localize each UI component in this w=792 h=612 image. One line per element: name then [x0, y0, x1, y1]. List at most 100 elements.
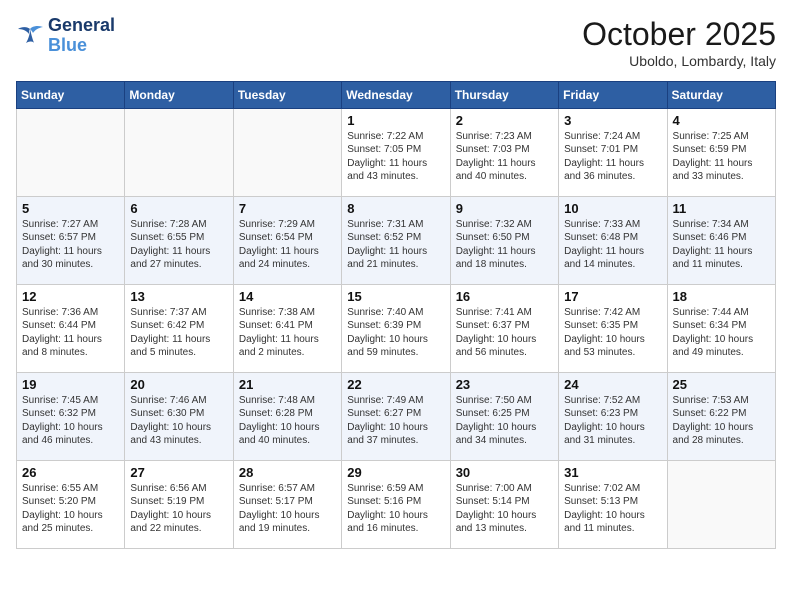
sunrise-text: Sunrise: 7:52 AM	[564, 394, 661, 407]
sunset-text: Sunset: 6:25 PM	[456, 407, 553, 420]
daylight-text: Daylight: 10 hours and 53 minutes.	[564, 333, 661, 359]
calendar-cell: 10Sunrise: 7:33 AMSunset: 6:48 PMDayligh…	[559, 197, 667, 285]
sunset-text: Sunset: 7:05 PM	[347, 143, 444, 156]
daylight-text: Daylight: 10 hours and 56 minutes.	[456, 333, 553, 359]
sunset-text: Sunset: 6:55 PM	[130, 231, 227, 244]
calendar-table: SundayMondayTuesdayWednesdayThursdayFrid…	[16, 81, 776, 549]
daylight-text: Daylight: 11 hours and 21 minutes.	[347, 245, 444, 271]
sunrise-text: Sunrise: 7:38 AM	[239, 306, 336, 319]
sunrise-text: Sunrise: 7:29 AM	[239, 218, 336, 231]
calendar-cell	[125, 109, 233, 197]
sunset-text: Sunset: 6:22 PM	[673, 407, 770, 420]
day-number: 5	[22, 201, 119, 216]
sunset-text: Sunset: 6:41 PM	[239, 319, 336, 332]
title-block: October 2025 Uboldo, Lombardy, Italy	[582, 16, 776, 69]
sunrise-text: Sunrise: 7:44 AM	[673, 306, 770, 319]
calendar-cell: 11Sunrise: 7:34 AMSunset: 6:46 PMDayligh…	[667, 197, 775, 285]
calendar-cell: 1 Sunrise: 7:22 AMSunset: 7:05 PMDaylight…	[342, 109, 450, 197]
day-number: 26	[22, 465, 119, 480]
location: Uboldo, Lombardy, Italy	[582, 53, 776, 69]
calendar-cell: 7Sunrise: 7:29 AMSunset: 6:54 PMDaylight…	[233, 197, 341, 285]
daylight-text: Daylight: 11 hours and 30 minutes.	[22, 245, 119, 271]
day-number: 13	[130, 289, 227, 304]
weekday-header-sunday: Sunday	[17, 82, 125, 109]
day-number: 22	[347, 377, 444, 392]
sunrise-text: Sunrise: 7:22 AM	[347, 130, 444, 143]
sunset-text: Sunset: 6:35 PM	[564, 319, 661, 332]
sunrise-text: Sunrise: 7:34 AM	[673, 218, 770, 231]
sunrise-text: Sunrise: 7:24 AM	[564, 130, 661, 143]
sunrise-text: Sunrise: 7:23 AM	[456, 130, 553, 143]
sunrise-text: Sunrise: 7:53 AM	[673, 394, 770, 407]
sunrise-text: Sunrise: 7:36 AM	[22, 306, 119, 319]
calendar-cell: 13Sunrise: 7:37 AMSunset: 6:42 PMDayligh…	[125, 285, 233, 373]
daylight-text: Daylight: 10 hours and 19 minutes.	[239, 509, 336, 535]
sunrise-text: Sunrise: 6:55 AM	[22, 482, 119, 495]
sunset-text: Sunset: 6:27 PM	[347, 407, 444, 420]
day-number: 10	[564, 201, 661, 216]
daylight-text: Daylight: 11 hours and 27 minutes.	[130, 245, 227, 271]
day-number: 17	[564, 289, 661, 304]
calendar-cell: 8Sunrise: 7:31 AMSunset: 6:52 PMDaylight…	[342, 197, 450, 285]
day-number: 29	[347, 465, 444, 480]
daylight-text: Daylight: 10 hours and 13 minutes.	[456, 509, 553, 535]
daylight-text: Daylight: 11 hours and 36 minutes.	[564, 157, 661, 183]
sunset-text: Sunset: 6:57 PM	[22, 231, 119, 244]
sunset-text: Sunset: 5:17 PM	[239, 495, 336, 508]
sunrise-text: Sunrise: 7:28 AM	[130, 218, 227, 231]
sunset-text: Sunset: 6:54 PM	[239, 231, 336, 244]
daylight-text: Daylight: 10 hours and 28 minutes.	[673, 421, 770, 447]
sunset-text: Sunset: 6:44 PM	[22, 319, 119, 332]
calendar-cell: 3 Sunrise: 7:24 AMSunset: 7:01 PMDaylight…	[559, 109, 667, 197]
calendar-cell: 25 Sunrise: 7:53 AMSunset: 6:22 PMDayligh…	[667, 373, 775, 461]
calendar-cell	[233, 109, 341, 197]
calendar-cell: 6Sunrise: 7:28 AMSunset: 6:55 PMDaylight…	[125, 197, 233, 285]
day-number: 3	[564, 113, 661, 128]
calendar-cell: 28Sunrise: 6:57 AMSunset: 5:17 PMDayligh…	[233, 461, 341, 549]
sunset-text: Sunset: 7:03 PM	[456, 143, 553, 156]
calendar-week-row: 5Sunrise: 7:27 AMSunset: 6:57 PMDaylight…	[17, 197, 776, 285]
daylight-text: Daylight: 11 hours and 43 minutes.	[347, 157, 444, 183]
sunset-text: Sunset: 6:32 PM	[22, 407, 119, 420]
calendar-cell: 30Sunrise: 7:00 AMSunset: 5:14 PMDayligh…	[450, 461, 558, 549]
calendar-week-row: 26Sunrise: 6:55 AMSunset: 5:20 PMDayligh…	[17, 461, 776, 549]
sunset-text: Sunset: 6:46 PM	[673, 231, 770, 244]
day-number: 1	[347, 113, 444, 128]
calendar-cell: 17Sunrise: 7:42 AMSunset: 6:35 PMDayligh…	[559, 285, 667, 373]
daylight-text: Daylight: 11 hours and 40 minutes.	[456, 157, 553, 183]
sunset-text: Sunset: 6:50 PM	[456, 231, 553, 244]
calendar-cell: 22 Sunrise: 7:49 AMSunset: 6:27 PMDayligh…	[342, 373, 450, 461]
sunrise-text: Sunrise: 7:37 AM	[130, 306, 227, 319]
calendar-cell: 27Sunrise: 6:56 AMSunset: 5:19 PMDayligh…	[125, 461, 233, 549]
daylight-text: Daylight: 10 hours and 43 minutes.	[130, 421, 227, 447]
sunset-text: Sunset: 5:20 PM	[22, 495, 119, 508]
daylight-text: Daylight: 11 hours and 11 minutes.	[673, 245, 770, 271]
sunrise-text: Sunrise: 7:27 AM	[22, 218, 119, 231]
calendar-week-row: 19Sunrise: 7:45 AMSunset: 6:32 PMDayligh…	[17, 373, 776, 461]
day-number: 8	[347, 201, 444, 216]
sunset-text: Sunset: 6:30 PM	[130, 407, 227, 420]
day-number: 23	[456, 377, 553, 392]
logo-bird-icon	[16, 25, 44, 47]
sunset-text: Sunset: 6:59 PM	[673, 143, 770, 156]
sunset-text: Sunset: 6:42 PM	[130, 319, 227, 332]
sunset-text: Sunset: 6:28 PM	[239, 407, 336, 420]
day-number: 2	[456, 113, 553, 128]
calendar-cell	[17, 109, 125, 197]
day-number: 25	[673, 377, 770, 392]
calendar-cell: 24Sunrise: 7:52 AMSunset: 6:23 PMDayligh…	[559, 373, 667, 461]
calendar-cell: 18Sunrise: 7:44 AMSunset: 6:34 PMDayligh…	[667, 285, 775, 373]
sunset-text: Sunset: 6:23 PM	[564, 407, 661, 420]
sunrise-text: Sunrise: 7:46 AM	[130, 394, 227, 407]
sunrise-text: Sunrise: 7:48 AM	[239, 394, 336, 407]
sunrise-text: Sunrise: 7:32 AM	[456, 218, 553, 231]
day-number: 20	[130, 377, 227, 392]
daylight-text: Daylight: 10 hours and 34 minutes.	[456, 421, 553, 447]
daylight-text: Daylight: 10 hours and 25 minutes.	[22, 509, 119, 535]
logo-general: General	[48, 16, 115, 36]
daylight-text: Daylight: 10 hours and 37 minutes.	[347, 421, 444, 447]
day-number: 12	[22, 289, 119, 304]
sunset-text: Sunset: 7:01 PM	[564, 143, 661, 156]
sunrise-text: Sunrise: 7:49 AM	[347, 394, 444, 407]
sunrise-text: Sunrise: 7:25 AM	[673, 130, 770, 143]
